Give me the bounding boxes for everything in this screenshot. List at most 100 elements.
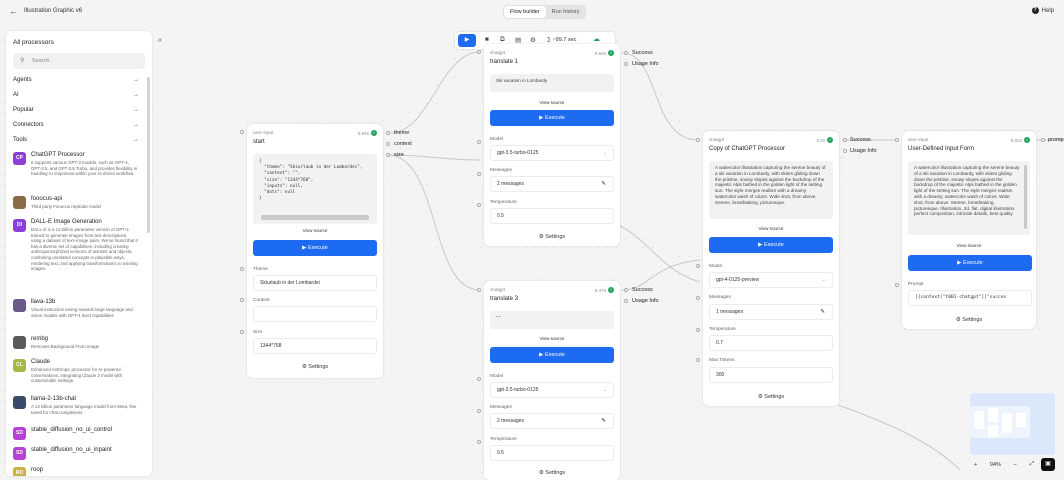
- minimap[interactable]: [970, 393, 1055, 455]
- execute-button[interactable]: ▶ Execute: [490, 110, 614, 126]
- context-field[interactable]: [253, 306, 377, 322]
- input-port[interactable]: [696, 358, 700, 362]
- settings-button[interactable]: ⚙ Settings: [703, 394, 839, 400]
- run-button[interactable]: ▶: [458, 34, 476, 47]
- execute-label: Execute: [307, 245, 328, 251]
- messages-field[interactable]: 1 messages ✎: [709, 304, 833, 320]
- input-port[interactable]: [477, 140, 481, 144]
- model-select[interactable]: gpt-4-0125-preview ⌄: [709, 272, 833, 288]
- node-copy-of-chatgpt[interactable]: chatgpt 4.2s ✓ Copy of ChatGPT Processor …: [703, 131, 839, 406]
- horizontal-scrollbar[interactable]: [261, 215, 369, 220]
- output-port[interactable]: [624, 288, 628, 292]
- input-port[interactable]: [477, 409, 481, 413]
- output-scrollbar[interactable]: [1024, 165, 1027, 229]
- messages-field[interactable]: 2 messages ✎: [490, 413, 614, 429]
- output-port[interactable]: [624, 62, 628, 66]
- input-port[interactable]: [696, 138, 700, 142]
- view-source-link[interactable]: View source: [484, 100, 620, 105]
- input-port[interactable]: [240, 330, 244, 334]
- json-output-box: { "theme": "Skiurlaub in der Lombardei",…: [253, 154, 377, 224]
- output-port[interactable]: [624, 51, 628, 55]
- field-label: Model: [490, 137, 504, 142]
- pencil-icon[interactable]: ✎: [601, 414, 606, 428]
- theme-field[interactable]: Skiurlaub in der Lombardei: [253, 275, 377, 291]
- prompt-field[interactable]: [{context["t0B1-chatgpt"]["succes: [908, 290, 1032, 306]
- input-port[interactable]: [477, 172, 481, 176]
- output-port[interactable]: [386, 142, 390, 146]
- node-user-defined-input-form[interactable]: user-input 0.02s ✓ User-Defined Input For…: [902, 131, 1036, 329]
- view-source-link[interactable]: View source: [902, 243, 1036, 248]
- output-port[interactable]: [1041, 138, 1045, 142]
- output-label: promp: [1048, 137, 1064, 143]
- settings-button[interactable]: ⚙ Settings: [247, 364, 383, 370]
- field-label: Prompt: [908, 282, 924, 287]
- input-port[interactable]: [696, 328, 700, 332]
- copy-icon[interactable]: ⧉: [500, 36, 505, 44]
- output-port[interactable]: [843, 138, 847, 142]
- execute-button[interactable]: ▶ Execute: [253, 240, 377, 256]
- settings-button[interactable]: ⚙ Settings: [484, 470, 620, 476]
- node-duration: 0.47s ✓: [595, 287, 614, 293]
- minimap-node: [988, 408, 998, 422]
- input-port[interactable]: [240, 267, 244, 271]
- model-select[interactable]: gpt-3.5-turbo-0125 ⌄: [490, 382, 614, 398]
- run-time-value: ~99.7 sec: [552, 37, 577, 43]
- input-port[interactable]: [895, 138, 899, 142]
- output-port[interactable]: [624, 299, 628, 303]
- duration-value: 0.04s: [357, 130, 369, 136]
- settings-label: Settings: [308, 364, 329, 370]
- input-port[interactable]: [477, 50, 481, 54]
- lock-icon[interactable]: ■: [485, 36, 489, 43]
- input-port[interactable]: [240, 130, 244, 134]
- messages-field[interactable]: 2 messages ✎: [490, 176, 614, 192]
- temperature-field[interactable]: 0.5: [490, 445, 614, 461]
- output-port[interactable]: [386, 153, 390, 157]
- execute-button[interactable]: ▶ Execute: [490, 347, 614, 363]
- output-port[interactable]: [386, 131, 390, 135]
- run-time: ∑ ~99.7 sec: [547, 37, 577, 43]
- messages-value: 2 messages: [497, 181, 524, 187]
- edge-mid-to-copy: [617, 224, 701, 283]
- temperature-field[interactable]: 0.5: [490, 208, 614, 224]
- cloud-icon[interactable]: ☁: [593, 35, 600, 43]
- settings-button[interactable]: ⚙ Settings: [484, 234, 620, 240]
- duration-value: 0.62s: [594, 50, 606, 56]
- messages-value: 1 messages: [716, 309, 743, 315]
- input-port[interactable]: [477, 440, 481, 444]
- node-translate-1[interactable]: chatgpt 0.62s ✓ translate 1 Ski vacation …: [484, 44, 620, 246]
- node-title: translate 1: [490, 59, 519, 65]
- node-kind: chatgpt: [490, 287, 506, 292]
- gear-icon[interactable]: ⚙: [530, 36, 536, 44]
- execute-button[interactable]: ▶ Execute: [709, 237, 833, 253]
- node-translate-3[interactable]: chatgpt 0.47s ✓ translate 3 "." View sour…: [484, 281, 620, 480]
- max-tokens-field[interactable]: 300: [709, 367, 833, 383]
- field-label: Temperature: [490, 437, 517, 442]
- input-port[interactable]: [477, 288, 481, 292]
- settings-button[interactable]: ⚙ Settings: [902, 317, 1036, 323]
- temperature-field[interactable]: 0.7: [709, 335, 833, 351]
- zoom-out-icon[interactable]: −: [1014, 462, 1017, 468]
- input-port[interactable]: [696, 296, 700, 300]
- document-icon[interactable]: ▤: [515, 36, 521, 44]
- pencil-icon[interactable]: ✎: [601, 177, 606, 191]
- input-port[interactable]: [477, 203, 481, 207]
- edge-success3-to-copy: [621, 259, 701, 291]
- zoom-in-icon[interactable]: +: [974, 462, 977, 468]
- fit-view-icon[interactable]: ⤢: [1030, 461, 1034, 468]
- view-source-link[interactable]: View source: [247, 228, 383, 233]
- check-icon: ✓: [608, 50, 614, 56]
- model-select[interactable]: gpt-3.5-turbo-0125 ⌄: [490, 145, 614, 161]
- output-label: theme: [394, 130, 410, 136]
- pencil-icon[interactable]: ✎: [820, 305, 825, 319]
- view-source-link[interactable]: View source: [484, 336, 620, 341]
- input-port[interactable]: [696, 264, 700, 268]
- execute-button[interactable]: ▶ Execute: [908, 255, 1032, 271]
- node-start[interactable]: user-input 0.04s ✓ start { "theme": "Skiu…: [247, 124, 383, 378]
- input-port[interactable]: [240, 298, 244, 302]
- input-port[interactable]: [477, 377, 481, 381]
- toggle-minimap-button[interactable]: ▣: [1041, 458, 1055, 471]
- view-source-link[interactable]: View source: [703, 226, 839, 231]
- input-port[interactable]: [895, 283, 899, 287]
- size-field[interactable]: 1344*768: [253, 338, 377, 354]
- output-port[interactable]: [843, 149, 847, 153]
